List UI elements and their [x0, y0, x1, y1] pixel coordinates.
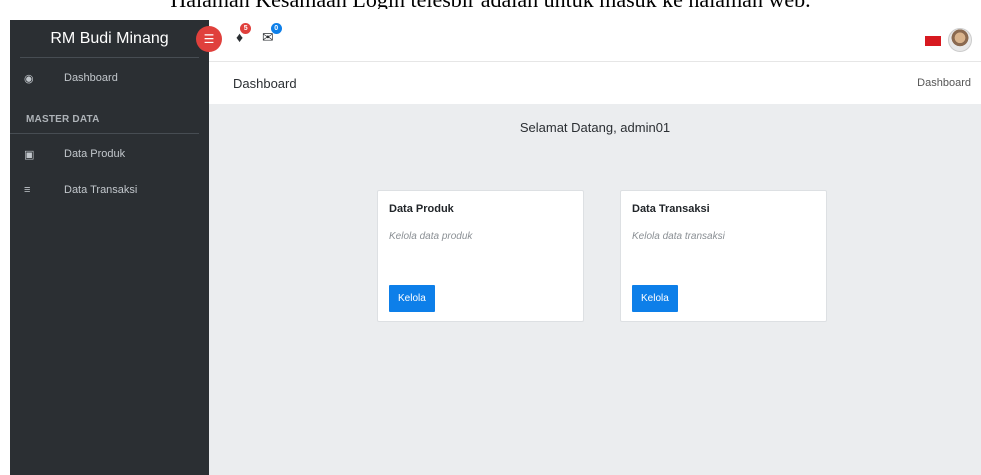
menu-icon: ☰ [203, 32, 215, 46]
list-icon: ≡ [24, 184, 31, 196]
page-title: Dashboard [233, 75, 297, 91]
message-button[interactable]: ✉ 0 [262, 23, 282, 46]
card-data-transaksi: Data Transaksi Kelola data transaksi Kel… [620, 190, 827, 322]
card-title: Data Produk [389, 203, 454, 215]
sidebar-section-header: MASTER DATA [10, 96, 199, 134]
sidebar-item-data-transaksi[interactable]: ≡ Data Transaksi [10, 172, 209, 208]
card-title: Data Transaksi [632, 203, 710, 215]
breadcrumb: Dashboard Dashboard [209, 62, 981, 104]
avatar[interactable] [948, 28, 972, 52]
sidebar-item-data-produk[interactable]: ▣ Data Produk [10, 136, 209, 172]
card-data-produk: Data Produk Kelola data produk Kelola [377, 190, 584, 322]
sidebar-toggle-button[interactable]: ☰ [196, 26, 222, 52]
dashboard-icon: ◉ [24, 72, 34, 85]
sidebar-item-label: Data Transaksi [64, 184, 138, 196]
kelola-produk-button[interactable]: Kelola [389, 285, 435, 312]
sidebar-item-label: Data Produk [64, 148, 126, 160]
document-caption: Halaman Kesamaan Login telesbir adalah u… [0, 0, 981, 9]
welcome-message: Selamat Datang, admin01 [519, 120, 671, 135]
breadcrumb-link[interactable]: Dashboard [917, 77, 971, 89]
sidebar-item-dashboard[interactable]: ◉ Dashboard [10, 60, 209, 96]
sidebar: RM Budi Minang ◉ Dashboard MASTER DATA ▣… [10, 20, 209, 475]
notification-button[interactable]: ♦ 5 [236, 23, 252, 45]
card-description: Kelola data transaksi [632, 231, 725, 242]
topbar: ☰ ♦ 5 ✉ 0 [196, 20, 981, 62]
sidebar-item-label: Dashboard [64, 72, 118, 84]
language-flag-icon[interactable] [925, 36, 941, 46]
kelola-transaksi-button[interactable]: Kelola [632, 285, 678, 312]
brand-title[interactable]: RM Budi Minang [20, 20, 199, 58]
main-content: Selamat Datang, admin01 Data Produk Kelo… [209, 104, 981, 475]
card-description: Kelola data produk [389, 231, 473, 242]
product-icon: ▣ [24, 148, 35, 161]
notification-badge: 5 [240, 23, 252, 34]
message-badge: 0 [270, 23, 282, 34]
